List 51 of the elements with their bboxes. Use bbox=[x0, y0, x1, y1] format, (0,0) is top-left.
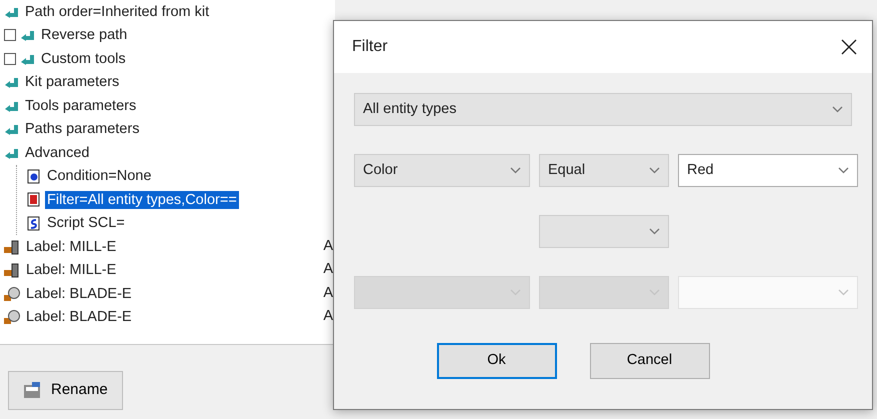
tool-icon bbox=[4, 262, 20, 278]
saw-blade-icon bbox=[4, 286, 20, 302]
chevron-icon bbox=[832, 106, 843, 113]
arrow-icon bbox=[4, 146, 19, 159]
entry-label: Label: BLADE-E bbox=[25, 284, 133, 303]
document-icon bbox=[27, 216, 41, 231]
checkbox[interactable] bbox=[4, 52, 16, 65]
entry-label: Label: BLADE-E bbox=[25, 308, 133, 326]
tree-item[interactable]: Reverse path bbox=[39, 26, 130, 44]
dropdown[interactable]: Color bbox=[354, 154, 530, 187]
tree-item[interactable]: Paths parameters bbox=[23, 120, 142, 138]
arrow-icon bbox=[20, 29, 35, 42]
arrow-icon bbox=[4, 6, 19, 18]
tree-item[interactable]: Custom tools bbox=[39, 50, 128, 68]
checkbox[interactable] bbox=[4, 29, 16, 42]
tree-item[interactable]: Filter=All entity types,Color== bbox=[45, 190, 239, 209]
chevron-icon bbox=[649, 228, 660, 235]
close-icon[interactable] bbox=[840, 38, 858, 56]
arrow-icon bbox=[20, 52, 35, 65]
chevron-icon bbox=[510, 167, 521, 174]
tree-item[interactable]: Script SCL= bbox=[45, 214, 127, 232]
dialog-button[interactable]: Ok bbox=[436, 343, 556, 379]
document-icon bbox=[27, 192, 41, 208]
tree-item[interactable]: Advanced bbox=[23, 144, 92, 162]
entry-column-text: A bbox=[323, 284, 333, 303]
arrow-icon bbox=[4, 76, 19, 88]
tool-icon bbox=[4, 238, 20, 255]
entry-label: Label: MILL-E bbox=[25, 261, 118, 280]
entry-column-text: A bbox=[323, 307, 333, 326]
dialog-title: Filter bbox=[352, 37, 388, 57]
arrow-icon bbox=[4, 123, 19, 136]
dropdown[interactable] bbox=[539, 215, 669, 248]
dialog-button[interactable]: Cancel bbox=[590, 343, 710, 379]
dropdown[interactable]: Equal bbox=[539, 154, 669, 187]
arrow-icon bbox=[4, 100, 19, 112]
tree-item[interactable]: Kit parameters bbox=[23, 73, 122, 92]
entry-column-text: A bbox=[323, 236, 333, 256]
chevron-icon bbox=[838, 167, 849, 174]
tree-item[interactable]: Condition=None bbox=[45, 167, 154, 186]
chevron-icon bbox=[838, 289, 849, 296]
rename-button[interactable]: Rename bbox=[8, 371, 123, 410]
dropdown[interactable]: Red bbox=[678, 154, 858, 187]
document-icon bbox=[27, 168, 41, 184]
rename-icon bbox=[23, 381, 41, 400]
saw-blade-icon bbox=[4, 309, 20, 326]
tree-item[interactable]: Tools parameters bbox=[23, 96, 138, 115]
chevron-icon bbox=[649, 167, 660, 174]
dropdown[interactable]: All entity types bbox=[354, 93, 852, 126]
entry-label: Label: MILL-E bbox=[25, 238, 118, 256]
tree-item[interactable]: Path order=Inherited from kit bbox=[23, 2, 212, 21]
entry-column-text: A bbox=[323, 260, 333, 280]
